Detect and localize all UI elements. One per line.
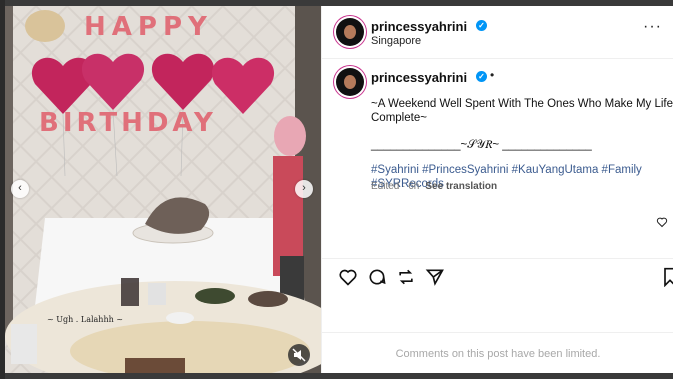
send-icon bbox=[425, 269, 444, 286]
send-button[interactable] bbox=[425, 267, 445, 292]
see-translation-link[interactable]: See translation bbox=[425, 181, 497, 192]
header-username[interactable]: princessyahrini bbox=[371, 19, 467, 34]
edited-timestamp: Edited · 6h bbox=[371, 181, 420, 192]
save-button[interactable] bbox=[662, 267, 673, 292]
caption-signature: ______________~𝒮𝒴𝑅~ ______________ bbox=[371, 139, 592, 151]
like-button[interactable] bbox=[338, 267, 358, 292]
verified-badge-icon: ✓ bbox=[476, 20, 487, 31]
avatar[interactable] bbox=[336, 18, 364, 46]
comment-icon bbox=[369, 269, 386, 285]
post-video[interactable]: HAPPY BIRTHDAY ~ Ugh . Lalahhh ~ ‹ › bbox=[5, 6, 321, 373]
more-horizontal-icon[interactable]: ··· bbox=[643, 18, 662, 36]
caption-line-1: ~A Weekend Well Spent With The Ones Who … bbox=[371, 98, 673, 110]
action-bar bbox=[322, 258, 673, 295]
dot-separator: • bbox=[490, 68, 495, 82]
caption-avatar[interactable] bbox=[336, 68, 364, 96]
verified-badge-icon: ✓ bbox=[476, 71, 487, 82]
banner-birthday: BIRTHDAY bbox=[39, 108, 217, 138]
next-media-button[interactable]: › bbox=[295, 180, 313, 198]
mute-button[interactable] bbox=[288, 344, 310, 366]
post-side-panel: princessyahrini ✓ Singapore ··· princess… bbox=[321, 6, 673, 373]
caption-line-2: Complete~ bbox=[371, 112, 427, 124]
mute-icon bbox=[292, 348, 306, 362]
location-link[interactable]: Singapore bbox=[371, 35, 421, 47]
repost-button[interactable] bbox=[396, 267, 416, 292]
comments-limited-notice: Comments on this post have been limited. bbox=[322, 332, 673, 373]
banner-happy: HAPPY bbox=[84, 12, 213, 42]
heart-icon bbox=[339, 269, 357, 286]
comment-button[interactable] bbox=[367, 267, 387, 292]
caption-username[interactable]: princessyahrini bbox=[371, 70, 467, 85]
caption-like-button[interactable] bbox=[656, 215, 668, 233]
instagram-post-modal: HAPPY BIRTHDAY ~ Ugh . Lalahhh ~ ‹ › pri… bbox=[5, 6, 673, 373]
repost-icon bbox=[399, 269, 413, 285]
video-subtitle: ~ Ugh . Lalahhh ~ bbox=[47, 315, 124, 324]
heart-icon bbox=[656, 217, 668, 228]
previous-media-button[interactable]: ‹ bbox=[11, 180, 29, 198]
post-meta: Edited · 6h See translation bbox=[371, 181, 497, 192]
post-header: princessyahrini ✓ Singapore ··· bbox=[322, 6, 673, 59]
bookmark-icon bbox=[664, 267, 673, 288]
